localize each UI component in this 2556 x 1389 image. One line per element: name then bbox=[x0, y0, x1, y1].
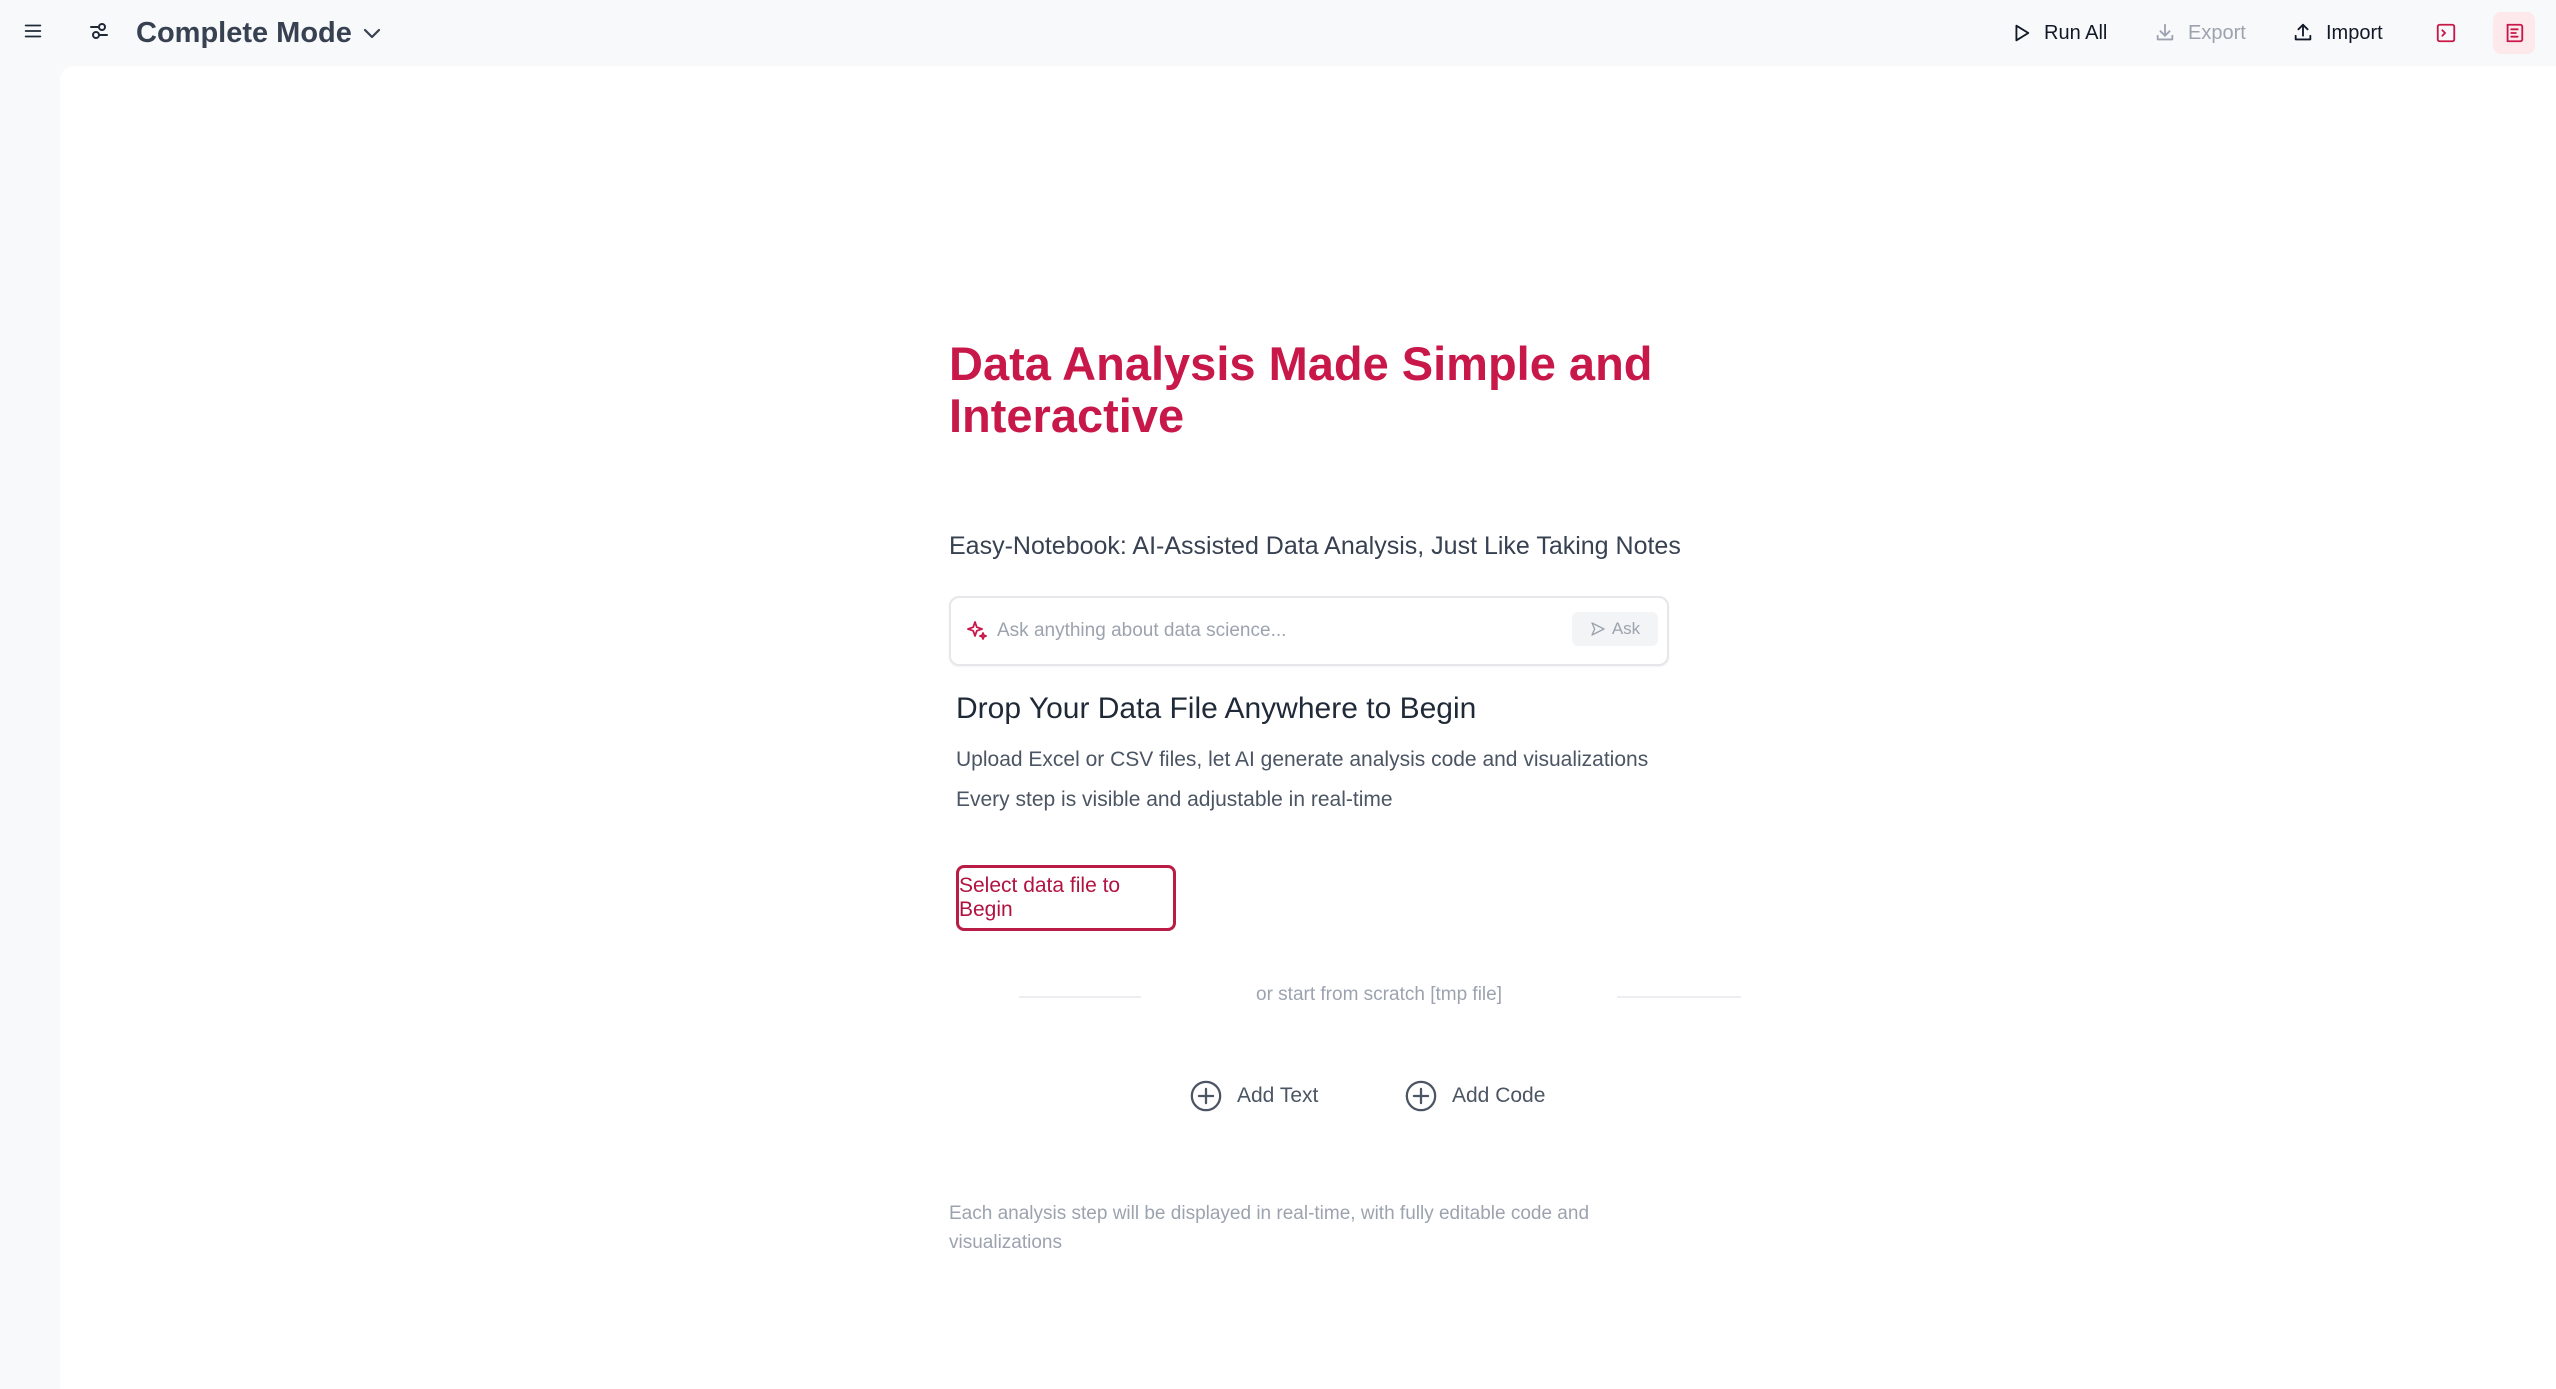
ask-input[interactable] bbox=[995, 612, 1559, 650]
divider-left bbox=[1019, 996, 1141, 998]
add-code-label: Add Code bbox=[1452, 1084, 1546, 1107]
ask-box: Ask bbox=[949, 596, 1669, 666]
run-all-button[interactable]: Run All bbox=[2010, 12, 2107, 54]
plus-circle-icon bbox=[1405, 1080, 1437, 1112]
hero-subtitle: Easy-Notebook: AI-Assisted Data Analysis… bbox=[949, 532, 1681, 560]
run-all-label: Run All bbox=[2044, 21, 2108, 44]
upload-description-2: Every step is visible and adjustable in … bbox=[956, 788, 1393, 811]
export-label: Export bbox=[2188, 21, 2246, 44]
scratch-divider-text: or start from scratch [tmp file] bbox=[1256, 984, 1502, 1005]
sliders-icon bbox=[90, 23, 108, 39]
mode-selector[interactable]: Complete Mode bbox=[136, 10, 384, 56]
add-text-button[interactable]: Add Text bbox=[1189, 1076, 1318, 1116]
drop-title: Drop Your Data File Anywhere to Begin bbox=[956, 692, 1477, 725]
top-bar: Complete Mode Run All Export Import bbox=[0, 0, 2556, 66]
main-panel: Data Analysis Made Simple and Interactiv… bbox=[60, 66, 2556, 1389]
sparkle-icon bbox=[967, 621, 987, 640]
terminal-icon bbox=[2436, 23, 2456, 43]
panel-icon bbox=[2506, 23, 2524, 43]
download-icon bbox=[2156, 23, 2174, 41]
footnote: Each analysis step will be displayed in … bbox=[949, 1203, 1590, 1253]
hero-title: Data Analysis Made Simple and Interactiv… bbox=[949, 337, 1653, 442]
menu-icon bbox=[24, 24, 42, 38]
play-icon bbox=[2015, 24, 2030, 42]
terminal-button[interactable] bbox=[2425, 12, 2467, 54]
mode-label: Complete Mode bbox=[136, 16, 352, 49]
select-file-button[interactable]: Select data file to Begin bbox=[956, 865, 1176, 931]
menu-button[interactable] bbox=[13, 11, 53, 51]
ask-button[interactable]: Ask bbox=[1572, 612, 1658, 646]
add-text-label: Add Text bbox=[1237, 1084, 1319, 1107]
export-button[interactable]: Export bbox=[2154, 12, 2246, 54]
settings-button[interactable] bbox=[79, 11, 119, 51]
divider-right bbox=[1617, 996, 1741, 998]
send-icon bbox=[1591, 622, 1605, 636]
panel-toggle-button[interactable] bbox=[2493, 12, 2535, 54]
import-button[interactable]: Import bbox=[2292, 12, 2383, 54]
chevron-down-icon bbox=[363, 28, 381, 39]
add-code-button[interactable]: Add Code bbox=[1404, 1076, 1545, 1116]
import-label: Import bbox=[2326, 21, 2383, 44]
upload-description-1: Upload Excel or CSV files, let AI genera… bbox=[956, 748, 1649, 771]
plus-circle-icon bbox=[1190, 1080, 1222, 1112]
upload-icon bbox=[2294, 23, 2312, 41]
ask-button-label: Ask bbox=[1611, 619, 1641, 638]
